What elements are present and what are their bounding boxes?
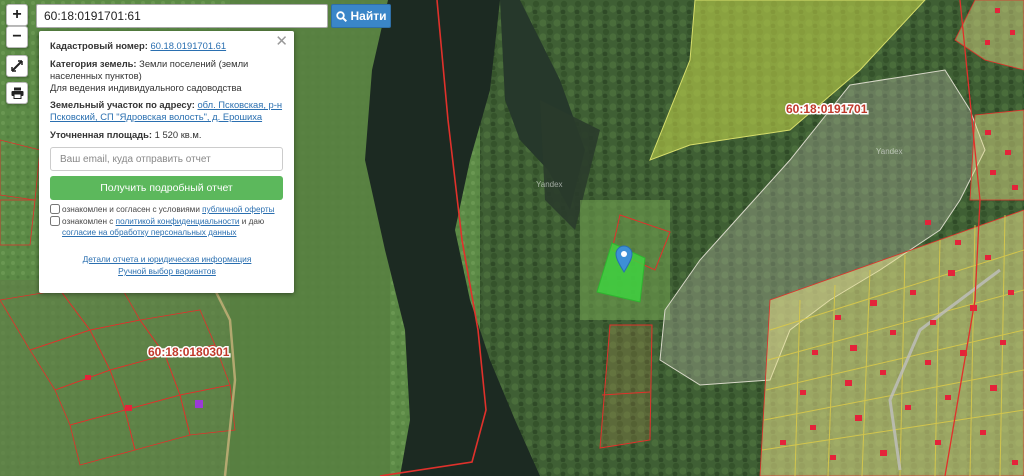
category-row: Категория земель: Земли поселений (земли… [50,58,284,94]
cadastral-number-link[interactable]: 60.18.0191701.61 [150,40,226,51]
map-watermark: Yandex [536,180,563,189]
manual-selection-link[interactable]: Ручной выбор вариантов [118,266,216,276]
area-label: Уточненная площадь: [50,129,153,140]
privacy-consent-mid: и даю [241,217,265,226]
parcel-info-popup: ✕ Кадастровый номер: 60.18.0191701.61 Ка… [39,31,294,293]
personal-data-consent-link[interactable]: согласие на обработку персональных данны… [62,228,236,237]
email-field[interactable] [50,147,283,171]
offer-consent-row: ознакомлен и согласен с условиями публич… [50,204,284,215]
usage-value: Для ведения индивидуального садоводства [50,82,242,93]
search-button-label: Найти [350,9,387,23]
zoom-out-button[interactable]: − [6,26,28,48]
info-links: Детали отчета и юридическая информация Р… [50,253,284,277]
map-label-parcel-1: 60:18:0191701 [786,102,868,116]
search-input[interactable] [36,4,328,28]
area-row: Уточненная площадь: 1 520 кв.м. [50,129,284,141]
cadastral-row: Кадастровый номер: 60.18.0191701.61 [50,40,284,52]
map-label-parcel-2: 60:18:0180301 [148,345,230,359]
category-label: Категория земель: [50,58,137,69]
offer-consent-checkbox[interactable] [50,204,60,214]
search-button[interactable]: Найти [331,4,391,28]
close-icon[interactable]: ✕ [275,34,288,49]
privacy-policy-link[interactable]: политикой конфиденциальности [116,217,240,226]
public-offer-link[interactable]: публичной оферты [202,205,274,214]
privacy-consent-row: ознакомлен с политикой конфиденциальност… [50,216,284,238]
privacy-consent-checkbox[interactable] [50,216,60,226]
cadastral-label: Кадастровый номер: [50,40,148,51]
ruler-icon[interactable] [6,55,28,77]
address-row: Земельный участок по адресу: обл. Псковс… [50,99,284,123]
area-value: 1 520 кв.м. [154,129,202,140]
offer-consent-text: ознакомлен и согласен с условиями [62,205,200,214]
privacy-consent-text: ознакомлен с [62,217,114,226]
report-details-link[interactable]: Детали отчета и юридическая информация [83,254,252,264]
address-label: Земельный участок по адресу: [50,99,195,110]
search-icon [335,10,347,22]
zoom-in-button[interactable]: + [6,4,28,26]
get-report-button[interactable]: Получить подробный отчет [50,176,283,200]
printer-icon[interactable] [6,82,28,104]
map-watermark: Yandex [876,147,903,156]
